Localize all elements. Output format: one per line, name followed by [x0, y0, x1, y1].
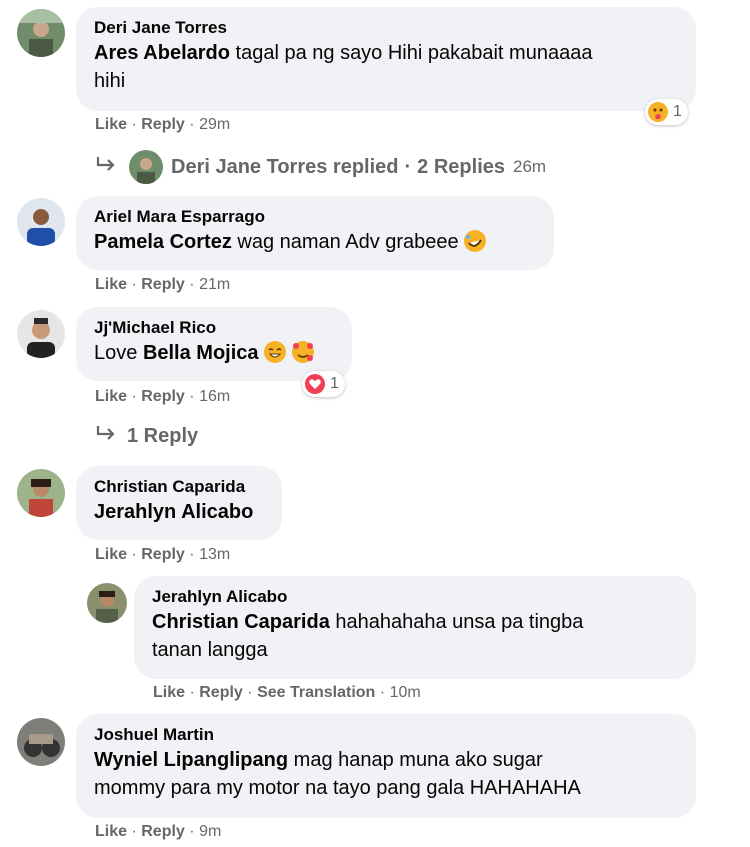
like-button[interactable]: Like — [153, 684, 185, 701]
comment-actions: Like · Reply · 13m — [95, 546, 231, 563]
care-icon — [648, 102, 668, 122]
comment-author[interactable]: Deri Jane Torres — [94, 17, 678, 39]
comment-time[interactable]: 29m — [199, 116, 230, 133]
comment-actions: Like · Reply · 29m — [95, 116, 231, 133]
comment-author[interactable]: Joshuel Martin — [94, 724, 678, 746]
avatar[interactable] — [17, 469, 65, 517]
comment-bubble: Ariel Mara Esparrago Pamela Cortez wag n… — [76, 196, 554, 270]
like-button[interactable]: Like — [95, 546, 127, 563]
reply-button[interactable]: Reply — [199, 684, 243, 701]
comment-author[interactable]: Ariel Mara Esparrago — [94, 206, 536, 228]
view-replies[interactable]: Deri Jane Torres replied · 2 Replies 26m — [95, 150, 546, 184]
reaction-count: 1 — [673, 103, 682, 120]
comment-text: Pamela Cortez wag naman Adv grabeee — [94, 228, 536, 256]
mention-link[interactable]: Wyniel Lipanglipang — [94, 749, 288, 771]
avatar[interactable] — [17, 718, 65, 766]
mention-link[interactable]: Jerahlyn Alicabo — [94, 501, 253, 523]
reaction-summary[interactable]: 1 — [645, 99, 688, 125]
comment-bubble: Joshuel Martin Wyniel Lipanglipang mag h… — [76, 714, 696, 818]
avatar[interactable] — [87, 583, 127, 623]
avatar[interactable] — [17, 9, 65, 57]
like-button[interactable]: Like — [95, 276, 127, 293]
avatar[interactable] — [17, 310, 65, 358]
grinning-emoji — [264, 341, 287, 363]
comment-author[interactable]: Jj'Michael Rico — [94, 317, 334, 339]
rolling-laughing-emoji — [464, 230, 487, 252]
comment-actions: Like · Reply · 9m — [95, 823, 222, 840]
comment-text: Christian Caparida hahahahaha unsa pa ti… — [152, 611, 584, 661]
comment-time[interactable]: 21m — [199, 276, 230, 293]
comment-bubble: Jj'Michael Rico Love Bella Mojica — [76, 307, 352, 381]
heart-icon — [305, 374, 325, 394]
reply-button[interactable]: Reply — [141, 276, 185, 293]
reply-arrow-icon — [95, 155, 117, 179]
comment-time[interactable]: 16m — [199, 388, 230, 405]
replies-count: 2 Replies — [417, 155, 505, 178]
comment-actions: Like · Reply · 21m — [95, 276, 231, 293]
comment-time[interactable]: 10m — [390, 684, 421, 701]
like-button[interactable]: Like — [95, 388, 127, 405]
replies-author: Deri Jane Torres replied — [171, 155, 399, 178]
view-replies[interactable]: 1 Reply — [95, 424, 198, 448]
comment-actions: Like · Reply · See Translation · 10m — [153, 684, 421, 701]
comment-author[interactable]: Jerahlyn Alicabo — [152, 586, 678, 608]
replies-count: 1 Reply — [127, 424, 199, 447]
avatar[interactable] — [17, 198, 65, 246]
replies-time: 26m — [513, 157, 547, 176]
mention-link[interactable]: Bella Mojica — [143, 342, 259, 364]
reply-button[interactable]: Reply — [141, 116, 185, 133]
like-button[interactable]: Like — [95, 823, 127, 840]
comment-actions: Like · Reply · 16m — [95, 388, 231, 405]
reaction-summary[interactable]: 1 — [302, 371, 345, 397]
reply-button[interactable]: Reply — [141, 823, 185, 840]
comment-time[interactable]: 9m — [199, 823, 221, 840]
mention-link[interactable]: Pamela Cortez — [94, 231, 232, 253]
like-button[interactable]: Like — [95, 116, 127, 133]
comment-text: Love Bella Mojica — [94, 339, 334, 367]
comment-bubble: Christian Caparida Jerahlyn Alicabo — [76, 466, 282, 540]
reply-arrow-icon — [95, 424, 117, 448]
reply-bubble: Jerahlyn Alicabo Christian Caparida haha… — [134, 576, 696, 679]
comment-text: Wyniel Lipanglipang mag hanap muna ako s… — [94, 749, 581, 799]
comment-author[interactable]: Christian Caparida — [94, 476, 264, 498]
reaction-count: 1 — [330, 375, 339, 392]
reply-button[interactable]: Reply — [141, 546, 185, 563]
comment-bubble: Deri Jane Torres Ares Abelardo tagal pa … — [76, 7, 696, 111]
comment-text: Jerahlyn Alicabo — [94, 498, 264, 526]
mention-link[interactable]: Ares Abelardo — [94, 42, 230, 64]
see-translation-link[interactable]: See Translation — [257, 684, 375, 701]
reply-button[interactable]: Reply — [141, 388, 185, 405]
reply-avatar — [129, 150, 163, 184]
mention-link[interactable]: Christian Caparida — [152, 611, 330, 633]
comment-text: Ares Abelardo tagal pa ng sayo Hihi paka… — [94, 42, 593, 92]
smiling-hearts-emoji — [291, 341, 314, 363]
comment-time[interactable]: 13m — [199, 546, 230, 563]
